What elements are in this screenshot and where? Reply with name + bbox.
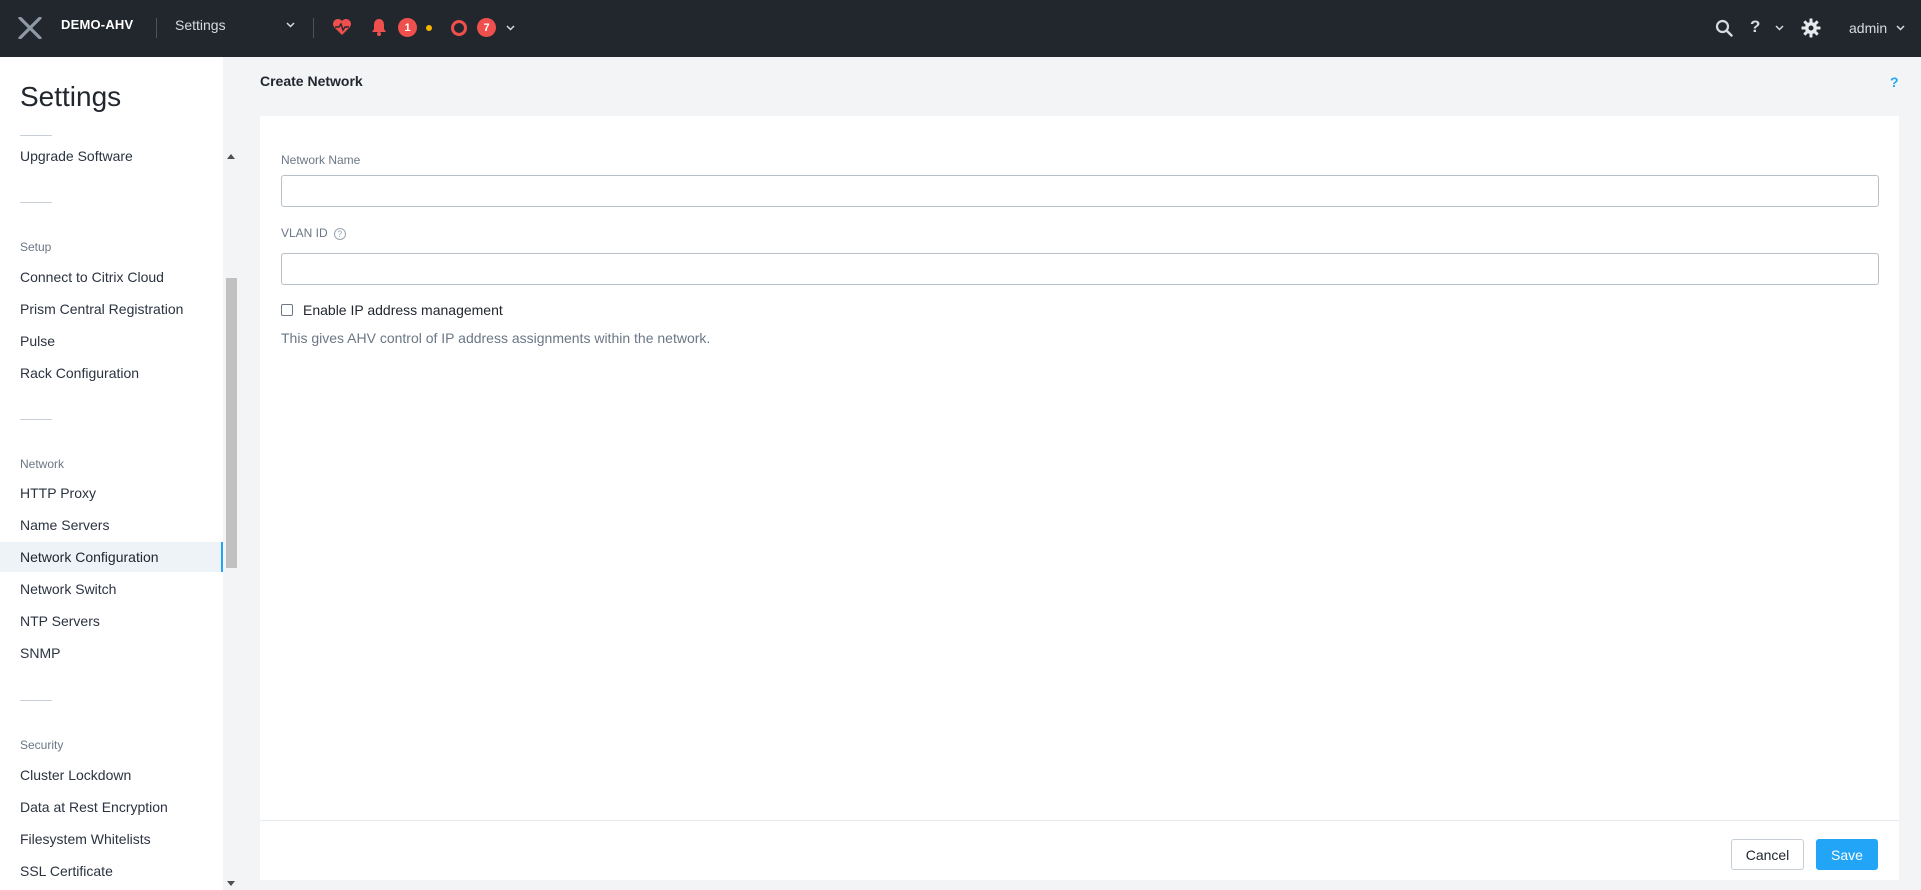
sidebar-item-prism-central-registration[interactable]: Prism Central Registration: [0, 294, 223, 324]
section-divider: [20, 419, 52, 420]
section-dropdown-label: Settings: [175, 17, 226, 33]
form-footer: Cancel Save: [260, 820, 1899, 880]
ipam-help-text: This gives AHV control of IP address ass…: [281, 330, 711, 346]
sidebar-item-filesystem-whitelists[interactable]: Filesystem Whitelists: [0, 824, 223, 854]
help-icon[interactable]: ?: [1750, 17, 1760, 37]
scroll-up-arrow-icon[interactable]: [227, 152, 235, 160]
save-button[interactable]: Save: [1816, 839, 1878, 870]
tasks-ring-icon[interactable]: [450, 19, 468, 37]
group-label-network: Network: [20, 457, 65, 471]
gear-icon[interactable]: [1801, 18, 1821, 38]
ipam-checkbox-label[interactable]: Enable IP address management: [303, 302, 503, 318]
sidebar-item-ssl-certificate[interactable]: SSL Certificate: [0, 856, 223, 886]
chevron-down-icon[interactable]: [505, 23, 515, 33]
sidebar-item-upgrade-software[interactable]: Upgrade Software: [0, 141, 223, 171]
top-navigation-bar: DEMO-AHV Settings 1 7 ? admin: [0, 0, 1921, 57]
create-network-form: Network Name VLAN ID? Enable IP address …: [260, 116, 1899, 880]
info-icon[interactable]: ?: [333, 227, 346, 240]
cancel-button[interactable]: Cancel: [1731, 839, 1804, 870]
vlan-id-label: VLAN ID: [281, 226, 328, 240]
warning-dot: [426, 25, 432, 31]
sidebar-item-rack-configuration[interactable]: Rack Configuration: [0, 358, 223, 388]
sidebar-item-connect-citrix-cloud[interactable]: Connect to Citrix Cloud: [0, 262, 223, 292]
page-title: Create Network: [260, 73, 363, 89]
vlan-id-label-row: VLAN ID?: [281, 226, 346, 240]
alerts-bell-icon[interactable]: [371, 18, 387, 36]
sidebar-item-http-proxy[interactable]: HTTP Proxy: [0, 478, 223, 508]
sidebar-item-network-switch[interactable]: Network Switch: [0, 574, 223, 604]
health-icon[interactable]: [332, 18, 352, 36]
divider: [156, 18, 157, 38]
user-menu-name[interactable]: admin: [1849, 20, 1887, 36]
divider: [313, 18, 314, 38]
scroll-down-arrow-icon[interactable]: [227, 879, 235, 887]
sidebar-item-name-servers[interactable]: Name Servers: [0, 510, 223, 540]
tasks-count-badge[interactable]: 7: [477, 18, 496, 37]
search-icon[interactable]: [1715, 19, 1733, 37]
sidebar-item-pulse[interactable]: Pulse: [0, 326, 223, 356]
group-label-setup: Setup: [20, 240, 52, 254]
sidebar-item-ntp-servers[interactable]: NTP Servers: [0, 606, 223, 636]
sidebar-scrollbar-thumb[interactable]: [226, 278, 237, 568]
sidebar-item-data-at-rest-encryption[interactable]: Data at Rest Encryption: [0, 792, 223, 822]
alerts-count-badge[interactable]: 1: [398, 18, 417, 37]
ipam-checkbox[interactable]: [281, 304, 293, 316]
group-label-security: Security: [20, 738, 64, 752]
nutanix-logo-icon[interactable]: [18, 16, 44, 40]
vlan-id-input[interactable]: [281, 253, 1879, 285]
sidebar-item-network-configuration[interactable]: Network Configuration: [0, 542, 223, 572]
ipam-checkbox-row: Enable IP address management: [281, 302, 503, 318]
cluster-name[interactable]: DEMO-AHV: [61, 17, 133, 32]
chevron-down-icon[interactable]: [1774, 23, 1784, 33]
section-divider: [20, 135, 52, 136]
section-dropdown[interactable]: Settings: [175, 17, 295, 33]
sidebar-title: Settings: [20, 81, 122, 112]
sidebar-item-snmp[interactable]: SNMP: [0, 638, 223, 668]
section-divider: [20, 700, 52, 701]
settings-sidebar: Settings Upgrade Software Setup Connect …: [0, 57, 223, 890]
chevron-down-icon[interactable]: [1895, 23, 1905, 33]
network-name-input[interactable]: [281, 175, 1879, 207]
help-icon[interactable]: ?: [1890, 74, 1899, 90]
chevron-down-icon: [285, 20, 295, 30]
network-name-label: Network Name: [281, 153, 361, 167]
section-divider: [20, 202, 52, 203]
sidebar-item-cluster-lockdown[interactable]: Cluster Lockdown: [0, 760, 223, 790]
